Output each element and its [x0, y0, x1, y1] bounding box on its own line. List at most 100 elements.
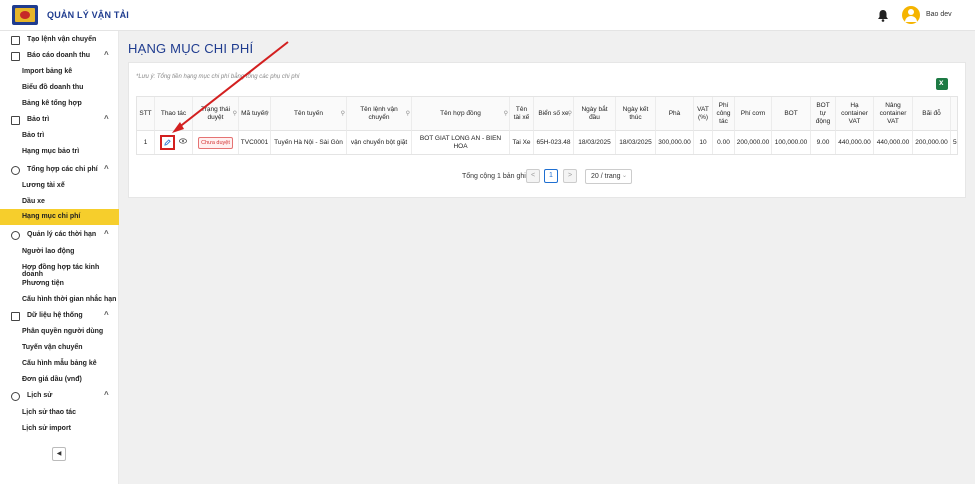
- excel-export-icon[interactable]: [936, 78, 948, 90]
- col-header-label: Ngày bắt đầu: [581, 105, 608, 121]
- sidebar-group-bao-tri[interactable]: Bảo trì ^: [0, 112, 119, 128]
- sidebar-item-phuong-tien[interactable]: Phương tiện: [0, 276, 119, 292]
- sidebar-item-label: Tổng hợp các chi phí: [27, 166, 98, 173]
- cell-extra: 50: [951, 131, 957, 154]
- cell-actions: [155, 131, 193, 154]
- chevron-up-icon[interactable]: ^: [104, 164, 109, 173]
- sidebar-item-dau-xe[interactable]: Dầu xe: [0, 194, 119, 210]
- col-header-ten-hop-dong: Tên hợp đồng ⚲: [412, 97, 510, 131]
- sidebar-item-label: Lịch sử import: [22, 425, 72, 432]
- sidebar: Tạo lệnh vận chuyển Báo cáo doanh thu ^ …: [0, 31, 119, 484]
- sidebar-item-cau-hinh-mau[interactable]: Cấu hình mẫu bảng kê: [0, 356, 119, 372]
- cell-bien-so: 65H-023.48: [534, 131, 574, 154]
- col-header-bai-do: Bãi đỗ: [913, 97, 951, 131]
- sidebar-item-don-gia-dau[interactable]: Đơn giá dầu (vnđ): [0, 372, 119, 388]
- sidebar-collapse-button[interactable]: ◀: [52, 447, 66, 461]
- view-button[interactable]: [179, 138, 187, 147]
- sidebar-item-cau-hinh-nhac-han[interactable]: Cấu hình thời gian nhắc hạn: [0, 292, 119, 308]
- col-header-ten-tuyen: Tên tuyến ⚲: [271, 97, 347, 131]
- col-header-label: Phí công tác: [716, 101, 731, 125]
- cell-phi-com: 200,000.00: [735, 131, 772, 154]
- search-icon[interactable]: ⚲: [568, 110, 572, 118]
- expense-table: STT Thao tác Trạng thái duyệt ⚲ Mã tuyến ⚲…: [136, 96, 958, 155]
- sidebar-group-lich-su[interactable]: Lịch sử ^: [0, 388, 119, 404]
- col-header-nang-container: Nâng container VAT: [874, 97, 913, 131]
- bell-icon[interactable]: [877, 9, 889, 22]
- col-header-ha-container: Hạ container VAT: [836, 97, 874, 131]
- chevron-up-icon[interactable]: ^: [104, 390, 109, 399]
- sidebar-item-label: Bảo trì: [27, 116, 50, 123]
- sidebar-item-label: Biểu đồ doanh thu: [22, 84, 84, 91]
- col-header-bot: BOT: [772, 97, 811, 131]
- sidebar-item-bieu-do[interactable]: Biểu đồ doanh thu: [0, 80, 119, 96]
- sidebar-item-hang-muc-chi-phi[interactable]: Hạng mục chi phí: [0, 209, 119, 225]
- user-name[interactable]: Bao dev: [926, 11, 952, 18]
- col-header-label: Tên tài xế: [513, 105, 530, 121]
- sidebar-item-hop-dong[interactable]: Hợp đồng hợp tác kinh doanh: [0, 260, 119, 278]
- col-header-label: VAT (%): [697, 105, 709, 121]
- search-icon[interactable]: ⚲: [406, 110, 410, 118]
- cell-ha-container: 440,000.00: [836, 131, 874, 154]
- col-header-label: Tên hợp đồng: [440, 109, 481, 117]
- cell-vat: 10: [694, 131, 713, 154]
- sidebar-item-label: Lịch sử: [27, 392, 53, 399]
- sidebar-item-lich-su-import[interactable]: Lịch sử import: [0, 421, 119, 437]
- col-header-ten-lenh: Tên lệnh vận chuyển ⚲: [347, 97, 412, 131]
- cell-pha: 300,000.00: [656, 131, 694, 154]
- search-icon[interactable]: ⚲: [341, 110, 345, 118]
- sidebar-item-label: Tuyến vận chuyển: [22, 344, 83, 351]
- col-header-label: Trạng thái duyệt: [200, 105, 231, 121]
- sidebar-group-bao-cao[interactable]: Báo cáo doanh thu ^: [0, 48, 119, 64]
- sidebar-item-label: Dầu xe: [22, 198, 45, 205]
- sidebar-item-tuyen-van-chuyen[interactable]: Tuyến vận chuyển: [0, 340, 119, 356]
- col-header-label: Nâng container VAT: [879, 101, 907, 125]
- page-size-select[interactable]: 20 / trang ⌄: [585, 169, 632, 184]
- sidebar-group-du-lieu[interactable]: Dữ liệu hệ thống ^: [0, 308, 119, 324]
- sidebar-item-lich-su-thao-tac[interactable]: Lịch sử thao tác: [0, 405, 119, 421]
- sidebar-item-bang-ke-tong-hop[interactable]: Bảng kê tổng hợp: [0, 96, 119, 112]
- page-1-button[interactable]: 1: [544, 169, 558, 183]
- sidebar-item-label: Báo cáo doanh thu: [27, 52, 90, 59]
- sidebar-item-tao-lenh[interactable]: Tạo lệnh vận chuyển: [0, 32, 119, 48]
- sidebar-item-import-bang-ke[interactable]: Import bảng kê: [0, 64, 119, 80]
- search-icon[interactable]: ⚲: [265, 110, 269, 118]
- chevron-up-icon[interactable]: ^: [104, 310, 109, 319]
- sidebar-item-label: Hạng mục bảo trì: [22, 148, 80, 155]
- sidebar-item-nguoi-lao-dong[interactable]: Người lao động: [0, 244, 119, 260]
- pencil-icon: [164, 139, 171, 146]
- prev-page-button[interactable]: <: [526, 169, 540, 183]
- col-header-extra: [951, 97, 957, 131]
- col-header-ma-tuyen: Mã tuyến ⚲: [239, 97, 271, 131]
- sidebar-group-thoi-han[interactable]: Quản lý các thời hạn ^: [0, 227, 119, 243]
- chevron-up-icon[interactable]: ^: [104, 229, 109, 238]
- sidebar-item-label: Đơn giá dầu (vnđ): [22, 376, 82, 383]
- note-text: *Lưu ý: Tổng tiền hạng mục chi phí bằng …: [136, 74, 300, 80]
- cell-ten-tai-xe: Tai Xe: [510, 131, 534, 154]
- cell-ma-tuyen: TVC0001: [239, 131, 271, 154]
- sidebar-item-label: Lịch sử thao tác: [22, 409, 77, 416]
- money-icon: [11, 166, 20, 175]
- sidebar-item-label: Import bảng kê: [22, 68, 73, 75]
- user-avatar[interactable]: [902, 6, 920, 24]
- company-logo[interactable]: [12, 5, 38, 25]
- sidebar-item-hang-muc-bao-tri[interactable]: Hạng mục bảo trì: [0, 144, 119, 160]
- page-title: HẠNG MỤC CHI PHÍ: [128, 41, 254, 56]
- sidebar-item-luong-tai-xe[interactable]: Lương tài xế: [0, 178, 119, 194]
- sidebar-item-phan-quyen[interactable]: Phân quyền người dùng: [0, 324, 119, 340]
- status-badge: Chưa duyệt: [198, 136, 233, 149]
- search-icon[interactable]: ⚲: [233, 110, 237, 118]
- edit-button[interactable]: [160, 135, 175, 150]
- clock-icon: [11, 231, 20, 240]
- chevron-up-icon[interactable]: ^: [104, 50, 109, 59]
- sidebar-group-chi-phi[interactable]: Tổng hợp các chi phí ^: [0, 162, 119, 178]
- chevron-up-icon[interactable]: ^: [104, 114, 109, 123]
- sidebar-item-label: Quản lý các thời hạn: [27, 231, 97, 238]
- sidebar-item-label: Người lao động: [22, 248, 75, 255]
- search-icon[interactable]: ⚲: [504, 110, 508, 118]
- sidebar-item-bao-tri[interactable]: Bảo trì: [0, 128, 119, 144]
- cell-nang-container: 440,000.00: [874, 131, 913, 154]
- sidebar-item-label: Bảo trì: [22, 132, 45, 139]
- next-page-button[interactable]: >: [563, 169, 577, 183]
- col-header-trang-thai: Trạng thái duyệt ⚲: [193, 97, 239, 131]
- chevron-down-icon: ⌄: [621, 173, 627, 179]
